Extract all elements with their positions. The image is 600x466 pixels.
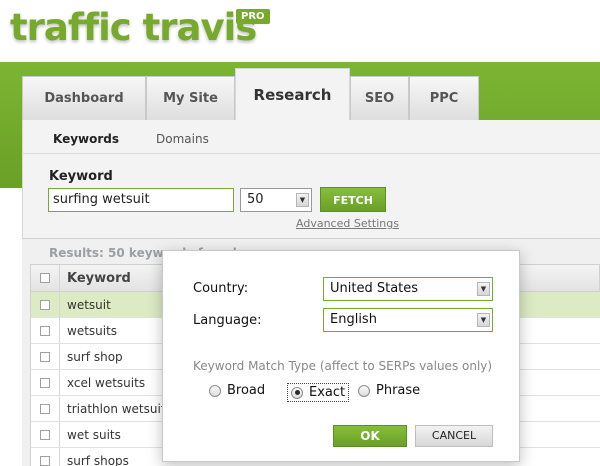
research-subnav: Keywords Domains bbox=[22, 124, 600, 154]
radio-exact-label: Exact bbox=[309, 385, 346, 400]
keyword-input[interactable]: surfing wetsuit bbox=[48, 188, 234, 212]
row-keyword: wetsuits bbox=[67, 323, 118, 338]
row-keyword: surf shops bbox=[67, 453, 129, 466]
radio-phrase[interactable] bbox=[358, 384, 370, 397]
match-phrase[interactable]: Phrase bbox=[358, 383, 420, 398]
radio-phrase-label: Phrase bbox=[376, 383, 421, 398]
fetch-button[interactable]: FETCH bbox=[320, 187, 386, 212]
row-keyword: wetsuit bbox=[67, 297, 111, 312]
subnav-keywords[interactable]: Keywords bbox=[53, 132, 119, 146]
row-keyword: wet suits bbox=[67, 427, 121, 442]
row-checkbox[interactable] bbox=[40, 455, 50, 466]
language-value: English bbox=[330, 312, 377, 327]
row-keyword: triathlon wetsuit bbox=[67, 401, 166, 416]
radio-exact[interactable] bbox=[291, 386, 303, 399]
tab-research[interactable]: Research bbox=[235, 68, 350, 120]
language-label: Language: bbox=[193, 313, 262, 328]
row-keyword: surf shop bbox=[67, 349, 123, 364]
result-count-select[interactable]: 50 ▼ bbox=[240, 188, 312, 212]
keyword-label: Keyword bbox=[49, 169, 113, 184]
row-checkbox[interactable] bbox=[40, 429, 50, 440]
language-select[interactable]: English ▼ bbox=[323, 308, 493, 332]
country-select[interactable]: United States ▼ bbox=[323, 277, 493, 301]
app-logo: traffic travis bbox=[10, 6, 257, 49]
row-keyword: xcel wetsuits bbox=[67, 375, 146, 390]
column-header-keyword[interactable]: Keyword bbox=[60, 271, 131, 286]
top-bar: traffic travis PRO bbox=[0, 0, 600, 62]
select-all-checkbox[interactable] bbox=[40, 273, 50, 283]
row-checkbox[interactable] bbox=[40, 377, 50, 388]
advanced-settings-dialog: Country: United States ▼ Language: Engli… bbox=[162, 250, 520, 462]
radio-broad[interactable] bbox=[209, 384, 221, 397]
select-all-cell bbox=[31, 265, 60, 291]
chevron-down-icon[interactable]: ▼ bbox=[477, 282, 490, 296]
chevron-down-icon[interactable]: ▼ bbox=[296, 193, 309, 207]
match-exact[interactable]: Exact bbox=[287, 383, 350, 402]
country-value: United States bbox=[330, 281, 419, 296]
tab-dashboard[interactable]: Dashboard bbox=[22, 76, 146, 120]
chevron-down-icon[interactable]: ▼ bbox=[477, 313, 490, 327]
advanced-settings-link[interactable]: Advanced Settings bbox=[296, 217, 399, 230]
radio-broad-label: Broad bbox=[227, 383, 266, 398]
tab-seo[interactable]: SEO bbox=[350, 76, 409, 120]
match-type-title: Keyword Match Type (affect to SERPs valu… bbox=[193, 359, 493, 373]
ok-button[interactable]: OK bbox=[333, 425, 407, 447]
tab-my-site[interactable]: My Site bbox=[146, 76, 235, 120]
row-checkbox[interactable] bbox=[40, 299, 50, 310]
row-checkbox[interactable] bbox=[40, 403, 50, 414]
main-tabs: Dashboard My Site Research SEO PPC bbox=[22, 68, 479, 120]
cancel-button[interactable]: CANCEL bbox=[415, 425, 493, 447]
country-label: Country: bbox=[193, 281, 249, 296]
pro-badge: PRO bbox=[236, 9, 270, 24]
match-broad[interactable]: Broad bbox=[209, 383, 265, 398]
row-checkbox[interactable] bbox=[40, 325, 50, 336]
subnav-domains[interactable]: Domains bbox=[156, 132, 209, 146]
result-count-value: 50 bbox=[247, 192, 264, 207]
tab-ppc[interactable]: PPC bbox=[409, 76, 479, 120]
row-checkbox[interactable] bbox=[40, 351, 50, 362]
